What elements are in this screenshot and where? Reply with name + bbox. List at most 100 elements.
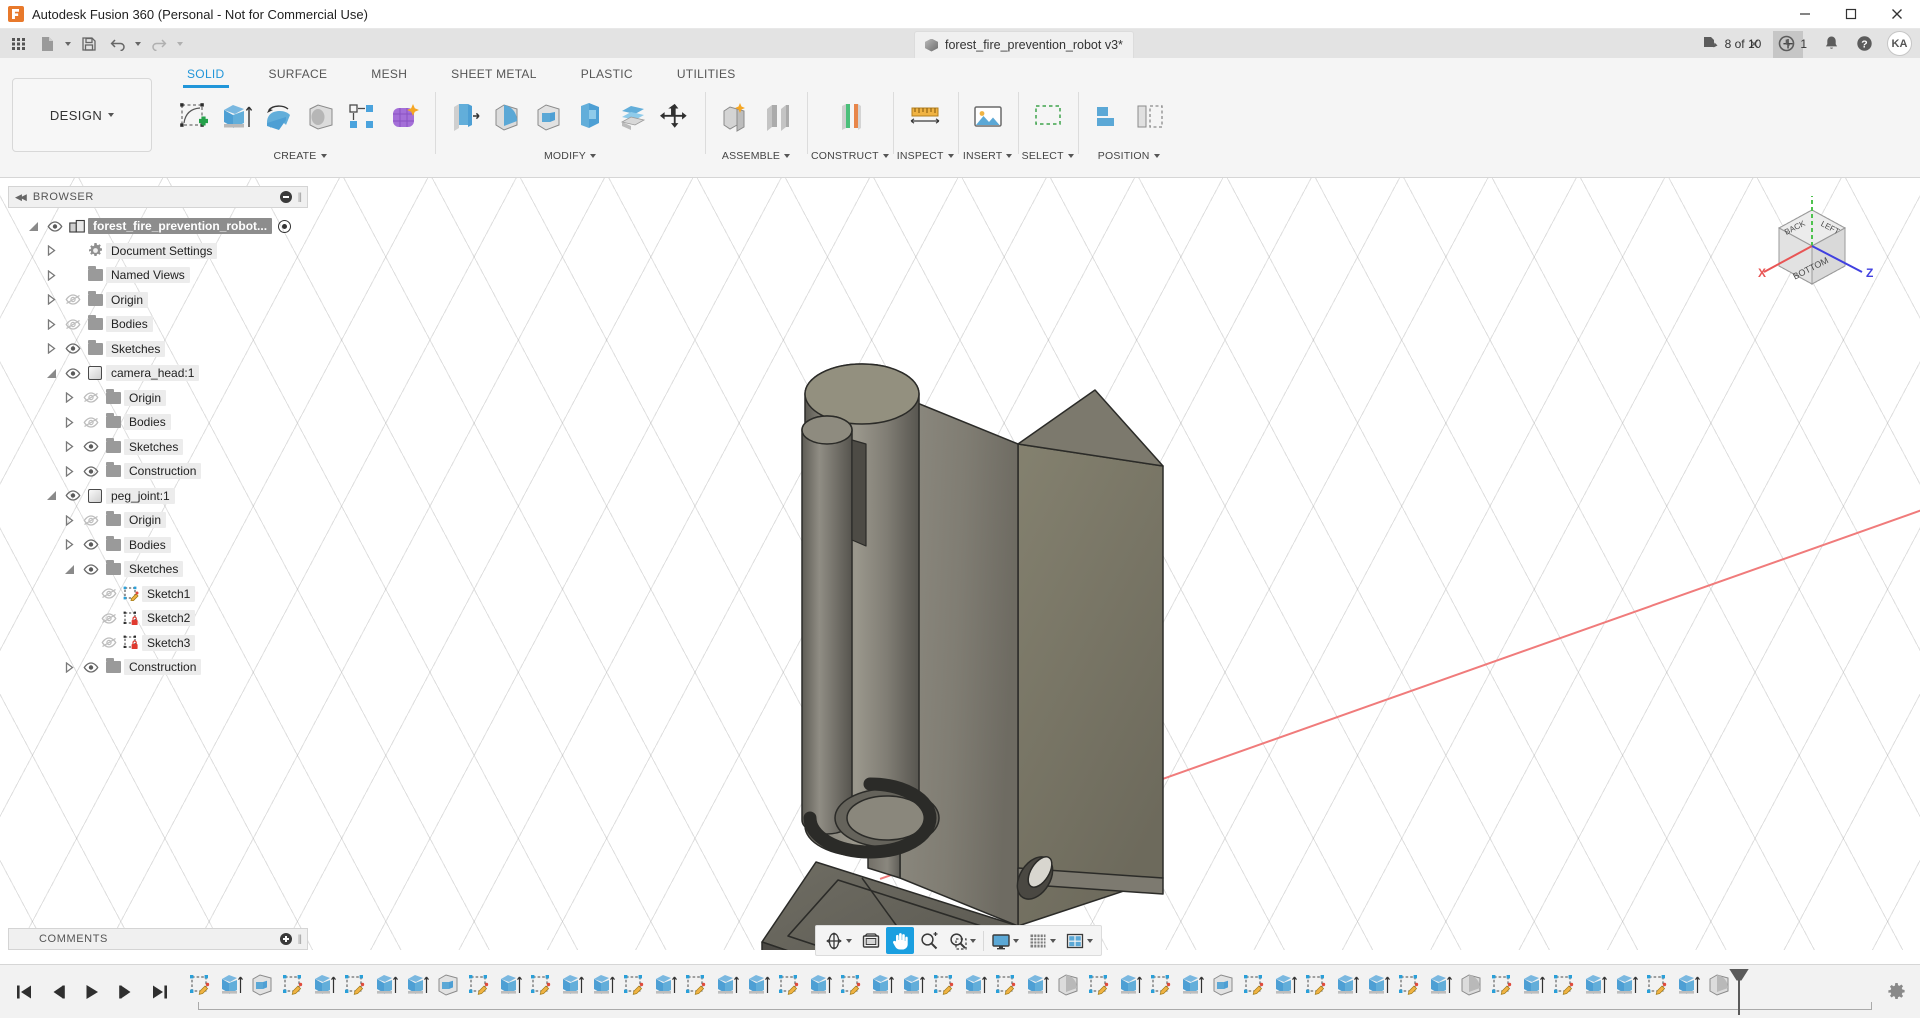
sketch-icon[interactable] <box>838 972 864 998</box>
timeline-feature[interactable] <box>773 969 804 998</box>
zoom-icon[interactable] <box>915 927 943 954</box>
viewport-layout-icon[interactable] <box>1061 927 1097 954</box>
timeline-settings-icon[interactable] <box>1886 981 1906 1003</box>
browser-node-origin[interactable]: Origin <box>8 508 308 533</box>
tab-mesh[interactable]: MESH <box>349 63 429 87</box>
maximize-button[interactable] <box>1828 0 1874 29</box>
extrude-icon[interactable] <box>1582 972 1608 998</box>
timeline-feature[interactable] <box>959 969 990 998</box>
user-avatar[interactable]: KA <box>1887 31 1912 56</box>
timeline-feature[interactable] <box>897 969 928 998</box>
timeline-feature[interactable] <box>742 969 773 998</box>
step-forward-icon[interactable] <box>116 981 136 1003</box>
sketch-icon[interactable] <box>1148 972 1174 998</box>
timeline-feature[interactable] <box>308 969 339 998</box>
sketch-icon[interactable] <box>1551 972 1577 998</box>
extrude-icon[interactable] <box>404 972 430 998</box>
timeline-feature[interactable] <box>587 969 618 998</box>
timeline-feature[interactable] <box>1579 969 1610 998</box>
extrude-icon[interactable] <box>311 972 337 998</box>
timeline-feature[interactable] <box>1548 969 1579 998</box>
resize-grip-icon[interactable]: || <box>298 934 302 945</box>
draft-icon[interactable] <box>571 94 611 140</box>
minimize-panel-icon[interactable] <box>279 191 292 203</box>
pending-edits-indicator[interactable]: 8 of 10 <box>1695 31 1769 57</box>
extrude-icon[interactable] <box>1520 972 1546 998</box>
minimize-button[interactable] <box>1782 0 1828 29</box>
node-expander[interactable] <box>40 491 62 501</box>
node-expander[interactable] <box>40 269 62 281</box>
timeline-feature[interactable] <box>277 969 308 998</box>
timeline-feature[interactable] <box>401 969 432 998</box>
node-visibility-toggle[interactable] <box>80 662 102 673</box>
node-visibility-toggle[interactable] <box>62 368 84 379</box>
extrude-icon[interactable] <box>217 94 257 140</box>
sketch-icon[interactable] <box>1396 972 1422 998</box>
browser-node-sketches[interactable]: Sketches <box>8 337 308 362</box>
timeline-feature[interactable] <box>1300 969 1331 998</box>
node-visibility-toggle[interactable] <box>62 343 84 354</box>
sketch-icon[interactable] <box>528 972 554 998</box>
redo-dropdown[interactable] <box>174 32 186 56</box>
create-sketch-icon[interactable] <box>175 94 215 140</box>
browser-node-origin[interactable]: Origin <box>8 386 308 411</box>
timeline-feature[interactable] <box>1238 969 1269 998</box>
pattern-icon[interactable] <box>343 94 383 140</box>
sketch-icon[interactable] <box>187 972 213 998</box>
node-visibility-toggle[interactable] <box>98 613 120 624</box>
extrude-icon[interactable] <box>869 972 895 998</box>
timeline-feature[interactable] <box>1455 969 1486 998</box>
sketch-icon[interactable] <box>280 972 306 998</box>
fillet-icon[interactable] <box>487 94 527 140</box>
timeline-feature[interactable] <box>1114 969 1145 998</box>
timeline-feature[interactable] <box>1703 969 1734 998</box>
tab-sheet-metal[interactable]: SHEET METAL <box>429 63 559 87</box>
extrude-icon[interactable] <box>1179 972 1205 998</box>
tab-solid[interactable]: SOLID <box>165 63 247 88</box>
timeline-track[interactable] <box>198 1001 1872 1010</box>
extrude-icon[interactable] <box>652 972 678 998</box>
node-expander[interactable] <box>58 564 80 574</box>
step-back-icon[interactable] <box>48 981 68 1003</box>
look-at-icon[interactable] <box>857 927 885 954</box>
node-visibility-toggle[interactable] <box>80 417 102 428</box>
node-expander[interactable] <box>40 318 62 330</box>
sketch-icon[interactable] <box>1241 972 1267 998</box>
node-expander[interactable] <box>40 294 62 306</box>
node-expander[interactable] <box>58 465 80 477</box>
extrude-icon[interactable] <box>1427 972 1453 998</box>
sketch-icon[interactable] <box>1644 972 1670 998</box>
fillet-icon[interactable] <box>1706 972 1732 998</box>
shell-icon[interactable] <box>435 972 461 998</box>
offset-face-icon[interactable] <box>613 94 653 140</box>
timeline-feature[interactable] <box>556 969 587 998</box>
extrude-icon[interactable] <box>714 972 740 998</box>
browser-node-bodies[interactable]: Bodies <box>8 312 308 337</box>
browser-node-construction[interactable]: Construction <box>8 459 308 484</box>
new-component-icon[interactable] <box>715 94 755 140</box>
sketch-icon[interactable] <box>683 972 709 998</box>
browser-node-named-views[interactable]: Named Views <box>8 263 308 288</box>
node-expander[interactable] <box>40 343 62 355</box>
position-icon[interactable] <box>1130 94 1170 140</box>
insert-canvas-icon[interactable] <box>968 94 1008 140</box>
fillet-icon[interactable] <box>1055 972 1081 998</box>
undo-dropdown[interactable] <box>132 32 144 56</box>
timeline-feature[interactable] <box>1145 969 1176 998</box>
tab-plastic[interactable]: PLASTIC <box>559 63 655 87</box>
align-icon[interactable] <box>1088 94 1128 140</box>
node-expander[interactable] <box>22 221 44 231</box>
save-icon[interactable] <box>76 32 102 56</box>
offset-plane-icon[interactable] <box>830 94 870 140</box>
extrude-icon[interactable] <box>1117 972 1143 998</box>
timeline-feature[interactable] <box>1424 969 1455 998</box>
extrude-icon[interactable] <box>745 972 771 998</box>
document-tab[interactable]: forest_fire_prevention_robot v3* <box>914 31 1134 58</box>
display-settings-icon[interactable] <box>987 927 1023 954</box>
timeline-feature[interactable] <box>866 969 897 998</box>
extrude-icon[interactable] <box>807 972 833 998</box>
browser-node-sketches[interactable]: Sketches <box>8 435 308 460</box>
extrude-icon[interactable] <box>373 972 399 998</box>
browser-node-document-settings[interactable]: Document Settings <box>8 239 308 264</box>
app-grid-icon[interactable] <box>6 32 32 56</box>
